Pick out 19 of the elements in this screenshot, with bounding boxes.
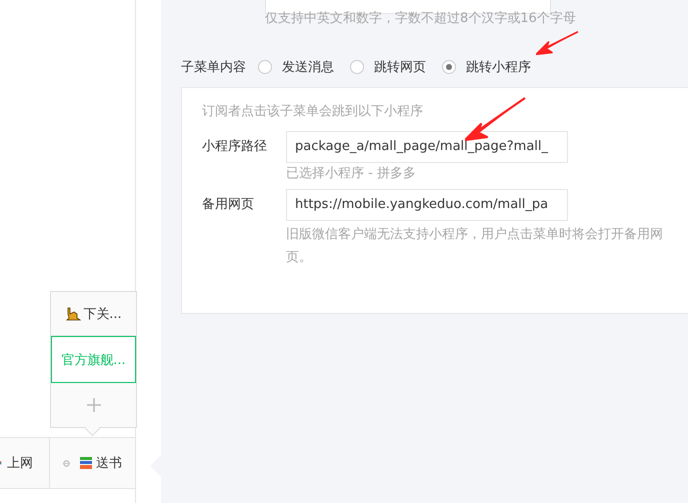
backup-url-field[interactable]: https://mobile.yangkeduo.com/mall_pa	[286, 189, 568, 221]
backup-hint: 旧版微信客户端无法支持小程序，用户点击菜单时将会打开备用网页。	[286, 226, 664, 267]
name-hint: 仅支持中英文和数字，字数不超过8个汉字或16个字母	[265, 10, 577, 28]
submenu-indicator-icon	[63, 460, 70, 466]
backup-label: 备用网页	[202, 196, 255, 214]
annotation-arrow	[465, 96, 527, 142]
panel-intro: 订阅者点击该子菜单会跳到以下小程序	[202, 103, 424, 121]
radio-option[interactable]: 跳转网页	[350, 58, 426, 76]
path-label: 小程序路径	[202, 138, 268, 156]
radio-option[interactable]: 跳转小程序	[442, 58, 531, 76]
plus-icon	[86, 397, 102, 413]
menu-item[interactable]: 上网	[0, 438, 50, 488]
annotation-arrow	[536, 30, 580, 56]
menu-item[interactable]: 送书	[50, 438, 135, 488]
radio-option[interactable]: 发送消息	[258, 58, 334, 76]
content-label: 子菜单内容	[181, 59, 246, 76]
books-icon	[79, 456, 93, 470]
path-hint: 已选择小程序 - 拼多多	[286, 165, 417, 183]
path-input-field[interactable]: package_a/mall_page/mall_page?mall_	[286, 131, 568, 163]
